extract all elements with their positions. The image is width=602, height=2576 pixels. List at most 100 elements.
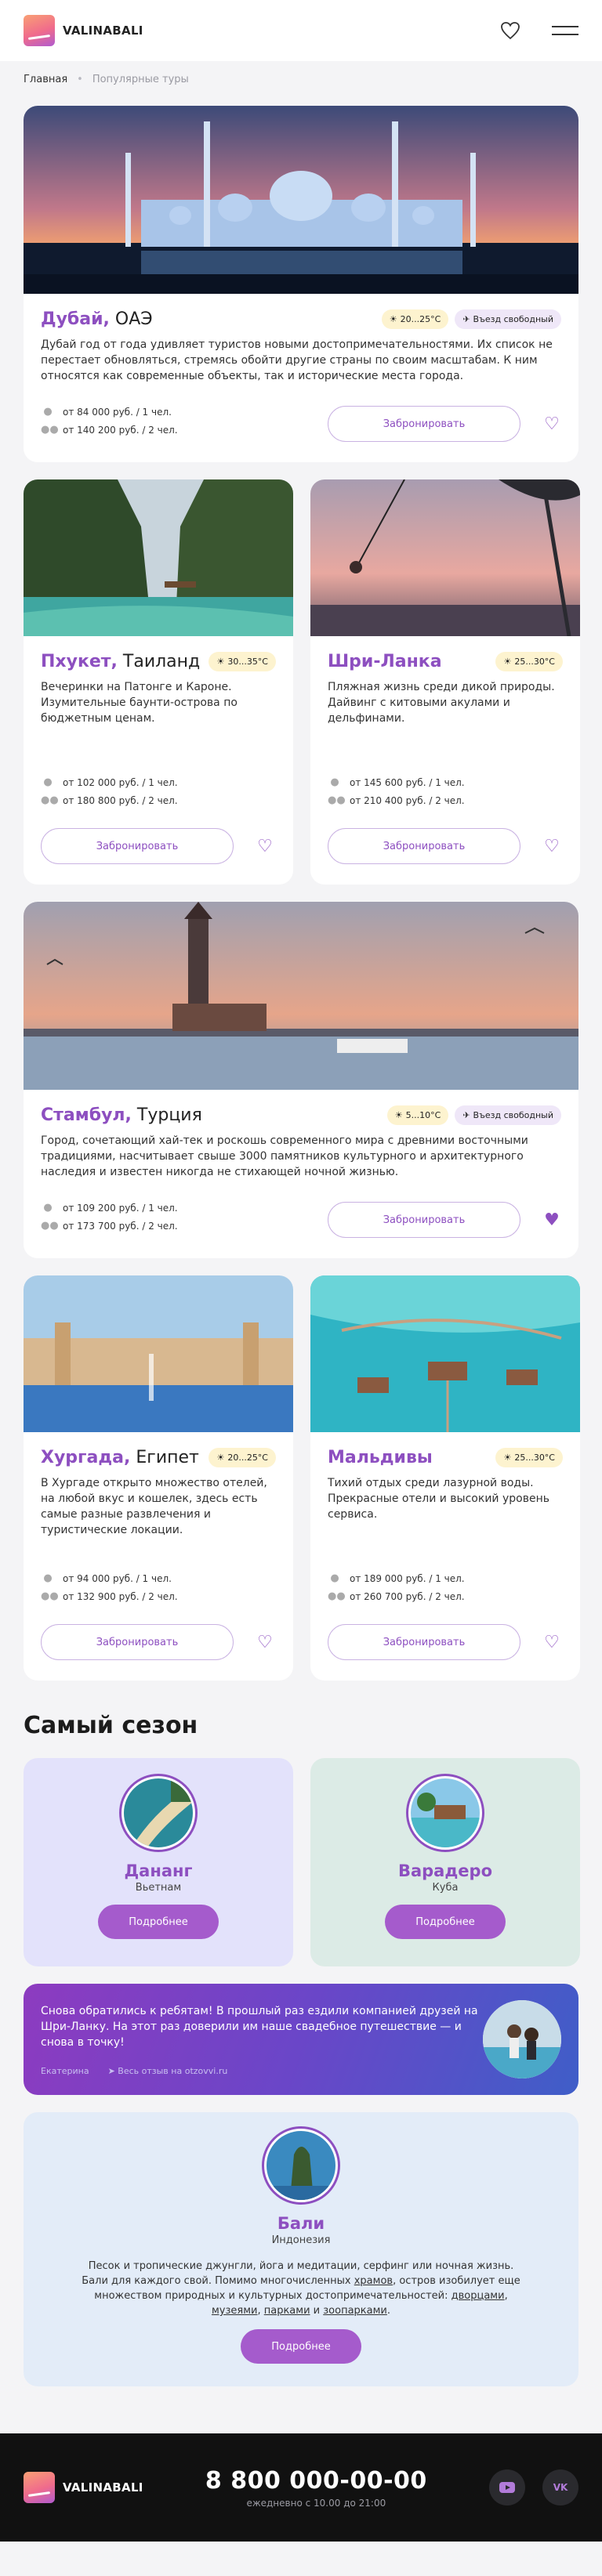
vk-icon[interactable]: VK xyxy=(542,2469,578,2505)
tour-title[interactable]: Шри-Ланка xyxy=(328,652,442,671)
person-icon: ● xyxy=(43,1572,53,1584)
parks-link[interactable]: парками xyxy=(264,2305,310,2317)
review-source-link[interactable]: ➤ Весь отзыв на otzovvi.ru xyxy=(108,2066,228,2076)
visa-badge: ✈ Въезд свободный xyxy=(455,309,561,329)
two-persons-icon: ●● xyxy=(41,424,59,436)
temples-link[interactable]: храмов xyxy=(354,2275,393,2287)
tour-title[interactable]: Пхукет, Таиланд xyxy=(41,652,200,671)
breadcrumb-home[interactable]: Главная xyxy=(24,74,67,85)
istanbul-photo xyxy=(24,902,578,1090)
price-single: ● от 94 000 руб. / 1 чел. xyxy=(41,1572,276,1584)
brand-name: VALINABALI xyxy=(63,24,143,38)
details-button[interactable]: Подробнее xyxy=(98,1905,219,1939)
price-single: ● от 84 000 руб. / 1 чел. xyxy=(41,406,178,418)
tour-description: Тихий отдых среди лазурной воды. Прекрас… xyxy=(328,1477,549,1521)
sun-icon: ☀ xyxy=(216,1453,225,1463)
season-card-varadero: Варадеро Куба Подробнее xyxy=(310,1758,580,1966)
price-single: ● от 189 000 руб. / 1 чел. xyxy=(328,1572,563,1584)
price-double: ●● от 132 900 руб. / 2 чел. xyxy=(41,1590,178,1602)
favorite-heart-icon[interactable]: ♡ xyxy=(542,1633,561,1652)
dubai-photo xyxy=(24,106,578,294)
tour-card-phuket: Пхукет, Таиланд ☀ 30...35°C Вечеринки на … xyxy=(24,479,293,885)
send-icon: ➤ xyxy=(107,2065,118,2076)
favorite-heart-filled-icon[interactable]: ♥ xyxy=(542,1210,561,1230)
person-icon: ● xyxy=(43,406,53,418)
tour-description: Дубай год от года удивляет туристов новы… xyxy=(41,338,553,382)
temperature-badge: ☀ 30...35°C xyxy=(209,652,276,671)
temperature-badge: ☀ 5...10°C xyxy=(386,1105,449,1125)
favorite-heart-icon[interactable]: ♡ xyxy=(256,1633,274,1652)
details-button[interactable]: Подробнее xyxy=(385,1905,506,1939)
person-icon: ● xyxy=(43,1202,53,1214)
breadcrumb: Главная • Популярные туры xyxy=(0,61,602,98)
book-button[interactable]: Забронировать xyxy=(41,828,234,864)
varadero-photo xyxy=(411,1778,480,1847)
menu-burger-icon[interactable] xyxy=(552,26,578,35)
details-button[interactable]: Подробнее xyxy=(241,2329,361,2364)
srilanka-photo xyxy=(310,479,580,636)
maldives-photo xyxy=(310,1275,580,1432)
price-double: ●● от 180 800 руб. / 2 чел. xyxy=(41,794,178,806)
tour-card-srilanka: Шри-Ланка ☀ 25...30°C Пляжная жизнь среди… xyxy=(310,479,580,885)
phone-number[interactable]: 8 800 000-00-00 xyxy=(205,2467,427,2495)
season-country: Вьетнам xyxy=(135,1882,182,1894)
sun-icon: ☀ xyxy=(216,657,225,667)
youtube-icon[interactable] xyxy=(489,2469,525,2505)
tour-description: Вечеринки на Патонге и Кароне. Изумитель… xyxy=(41,681,238,725)
favorites-heart-icon[interactable] xyxy=(500,21,520,40)
sun-icon: ☀ xyxy=(503,1453,512,1463)
sun-icon: ☀ xyxy=(389,314,397,324)
price-single: ● от 109 200 руб. / 1 чел. xyxy=(41,1202,177,1214)
tour-card-hurghada: Хургада, Египет ☀ 20...25°C В Хургаде отк… xyxy=(24,1275,293,1681)
footer: VALINABALI 8 800 000-00-00 ежедневно с 1… xyxy=(0,2433,602,2542)
tour-description: Пляжная жизнь среди дикой природы. Дайви… xyxy=(328,681,555,725)
favorite-heart-icon[interactable]: ♡ xyxy=(256,837,274,856)
temperature-badge: ☀ 25...30°C xyxy=(495,652,563,671)
book-button[interactable]: Забронировать xyxy=(328,828,520,864)
breadcrumb-current: Популярные туры xyxy=(92,74,189,85)
airplane-icon: ✈ xyxy=(462,314,470,324)
season-city[interactable]: Бали xyxy=(277,2214,325,2233)
section-title: Самый сезон xyxy=(24,1712,198,1739)
header: VALINABALI xyxy=(0,0,602,61)
two-persons-icon: ●● xyxy=(328,794,346,806)
price-double: ●● от 140 200 руб. / 2 чел. xyxy=(41,424,178,436)
tour-card-maldives: Мальдивы ☀ 25...30°C Тихий отдых среди ла… xyxy=(310,1275,580,1681)
footer-logo[interactable]: VALINABALI xyxy=(24,2472,143,2503)
bali-description: Песок и тропические джунгли, йога и меди… xyxy=(82,2260,520,2317)
two-persons-icon: ●● xyxy=(328,1590,346,1602)
season-city[interactable]: Варадеро xyxy=(398,1861,492,1880)
season-card-danang: Дананг Вьетнам Подробнее xyxy=(24,1758,293,1966)
price-double: ●● от 173 700 руб. / 2 чел. xyxy=(41,1220,178,1232)
museums-link[interactable]: музеями xyxy=(212,2305,258,2317)
avatar xyxy=(119,1774,198,1852)
logo[interactable]: VALINABALI xyxy=(24,15,143,46)
person-icon: ● xyxy=(43,776,53,788)
book-button[interactable]: Забронировать xyxy=(328,406,520,442)
book-button[interactable]: Забронировать xyxy=(41,1624,234,1660)
sun-icon: ☀ xyxy=(394,1110,403,1120)
sun-icon: ☀ xyxy=(503,657,512,667)
phuket-photo xyxy=(24,479,293,636)
tour-title[interactable]: Дубай, ОАЭ xyxy=(41,309,153,329)
palaces-link[interactable]: дворцами xyxy=(452,2290,505,2302)
season-country: Индонезия xyxy=(271,2234,331,2246)
price-double: ●● от 210 400 руб. / 2 чел. xyxy=(328,794,465,806)
favorite-heart-icon[interactable]: ♡ xyxy=(542,414,561,434)
book-button[interactable]: Забронировать xyxy=(328,1202,520,1238)
tour-title[interactable]: Хургада, Египет xyxy=(41,1448,199,1467)
temperature-badge: ☀ 20...25°C xyxy=(209,1448,276,1467)
book-button[interactable]: Забронировать xyxy=(328,1624,520,1660)
favorite-heart-icon[interactable]: ♡ xyxy=(542,837,561,856)
tour-title[interactable]: Мальдивы xyxy=(328,1448,433,1467)
zoos-link[interactable]: зоопарками xyxy=(323,2305,387,2317)
tour-title[interactable]: Стамбул, Турция xyxy=(41,1105,202,1125)
season-city[interactable]: Дананг xyxy=(124,1861,192,1880)
temperature-badge: ☀ 25...30°C xyxy=(495,1448,563,1467)
season-country: Куба xyxy=(432,1882,459,1894)
logo-icon xyxy=(24,15,55,46)
review-author: Екатерина xyxy=(41,2065,89,2076)
tour-description: Город, сочетающий хай-тек и роскошь совр… xyxy=(41,1134,528,1178)
price-single: ● от 102 000 руб. / 1 чел. xyxy=(41,776,276,788)
review-text: Снова обратились к ребятам! В прошлый ра… xyxy=(41,2004,478,2049)
